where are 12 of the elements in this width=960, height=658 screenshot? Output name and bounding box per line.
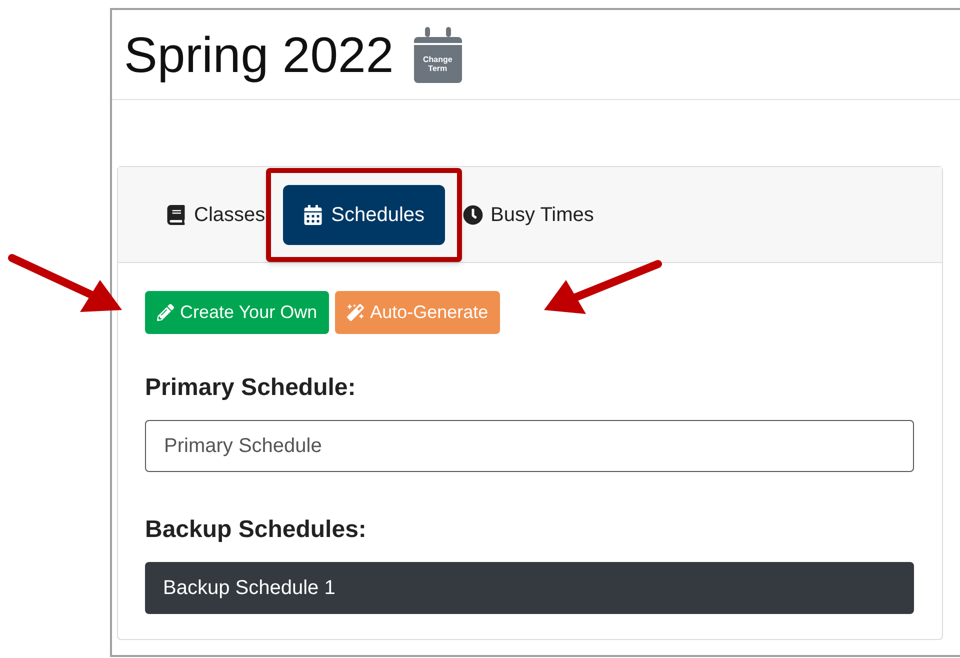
tab[interactable]: Busy Times — [452, 184, 604, 244]
schedule-item[interactable]: Backup Schedule 1 — [145, 562, 914, 614]
magic-wand-icon — [347, 304, 364, 321]
tab[interactable]: Schedules — [283, 184, 445, 244]
tab[interactable]: Classes — [156, 184, 276, 244]
section-heading: Backup Schedules: — [145, 515, 368, 545]
clock-icon — [462, 204, 483, 224]
book-icon — [166, 204, 186, 224]
calendar-icon — [303, 204, 324, 224]
section-heading: Primary Schedule: — [145, 373, 357, 403]
pencil-icon — [157, 304, 174, 321]
input-field[interactable]: Primary Schedule — [145, 420, 914, 472]
